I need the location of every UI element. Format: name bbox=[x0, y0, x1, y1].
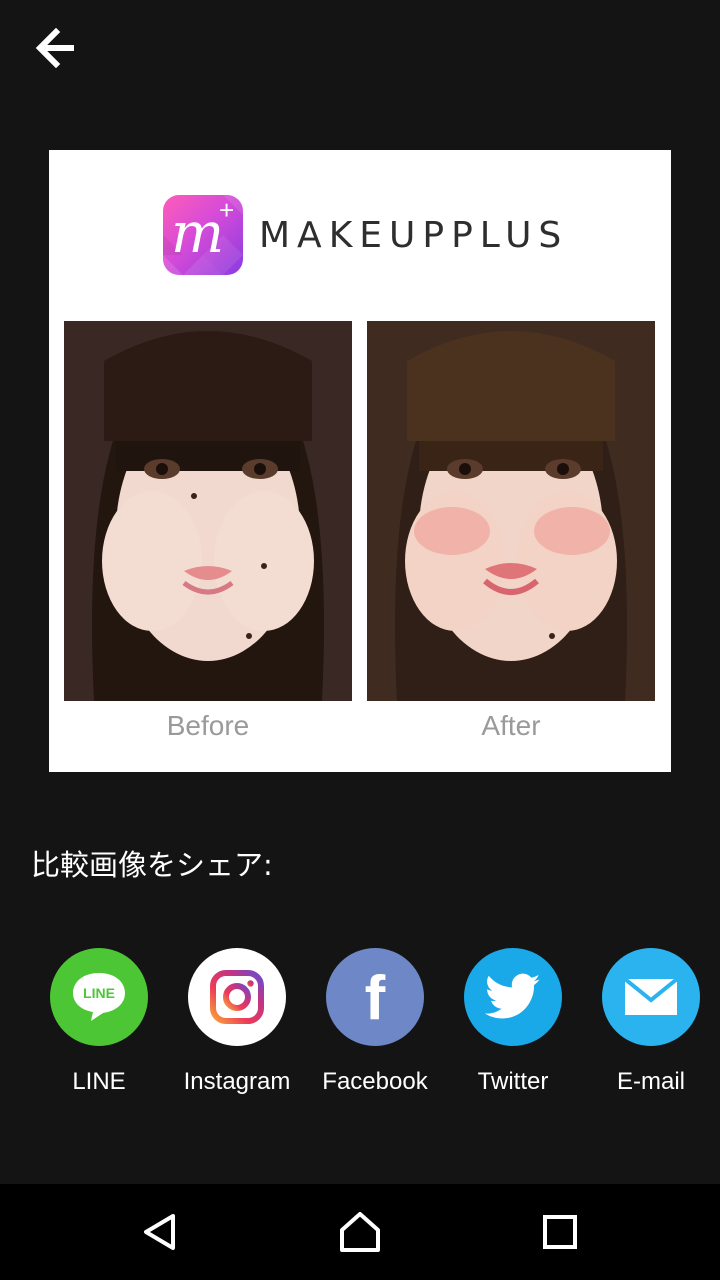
share-twitter-button[interactable]: Twitter bbox=[444, 948, 582, 1098]
email-icon bbox=[602, 948, 700, 1046]
share-title: 比較画像をシェア: bbox=[31, 848, 273, 882]
square-recents-icon bbox=[543, 1215, 577, 1249]
after-label: After bbox=[481, 710, 541, 741]
nav-recents-button[interactable] bbox=[500, 1184, 620, 1280]
comparison-preview-card: m + MAKEUPPLUS Before After bbox=[49, 150, 671, 772]
twitter-icon bbox=[464, 948, 562, 1046]
home-icon bbox=[340, 1212, 380, 1252]
after-photo bbox=[367, 321, 655, 701]
share-instagram-button[interactable]: Instagram bbox=[168, 948, 306, 1098]
logo-letter: m bbox=[171, 201, 225, 266]
before-photo bbox=[64, 321, 352, 701]
share-facebook-button[interactable]: f Facebook bbox=[306, 948, 444, 1098]
facebook-f-glyph: f bbox=[364, 964, 386, 1033]
triangle-back-icon bbox=[144, 1214, 175, 1250]
before-label: Before bbox=[166, 710, 250, 741]
logo-plus: + bbox=[219, 195, 235, 225]
makeupplus-logo-icon: m + bbox=[163, 195, 243, 275]
share-label-twitter: Twitter bbox=[477, 1068, 549, 1095]
share-email-button[interactable]: E-mail bbox=[582, 948, 720, 1098]
brand-name: MAKEUPPLUS bbox=[259, 214, 569, 256]
nav-home-button[interactable] bbox=[300, 1184, 420, 1280]
arrow-left-icon bbox=[35, 28, 74, 68]
share-label-email: E-mail bbox=[616, 1068, 685, 1095]
share-label-instagram: Instagram bbox=[183, 1068, 291, 1095]
line-icon: LINE bbox=[50, 948, 148, 1046]
share-line-button[interactable]: LINE LINE bbox=[30, 948, 168, 1098]
brand-header: m + MAKEUPPLUS bbox=[163, 195, 568, 275]
back-button[interactable] bbox=[24, 20, 88, 76]
system-navigation-bar bbox=[0, 1184, 720, 1280]
instagram-icon bbox=[188, 948, 286, 1046]
share-screen: m + MAKEUPPLUS Before After 比較画像をシェア: LI… bbox=[0, 0, 720, 1280]
share-label-line: LINE bbox=[72, 1068, 126, 1095]
facebook-icon: f bbox=[326, 948, 424, 1046]
nav-back-button[interactable] bbox=[100, 1184, 220, 1280]
svg-text:LINE: LINE bbox=[83, 985, 115, 1001]
share-label-facebook: Facebook bbox=[322, 1068, 428, 1095]
